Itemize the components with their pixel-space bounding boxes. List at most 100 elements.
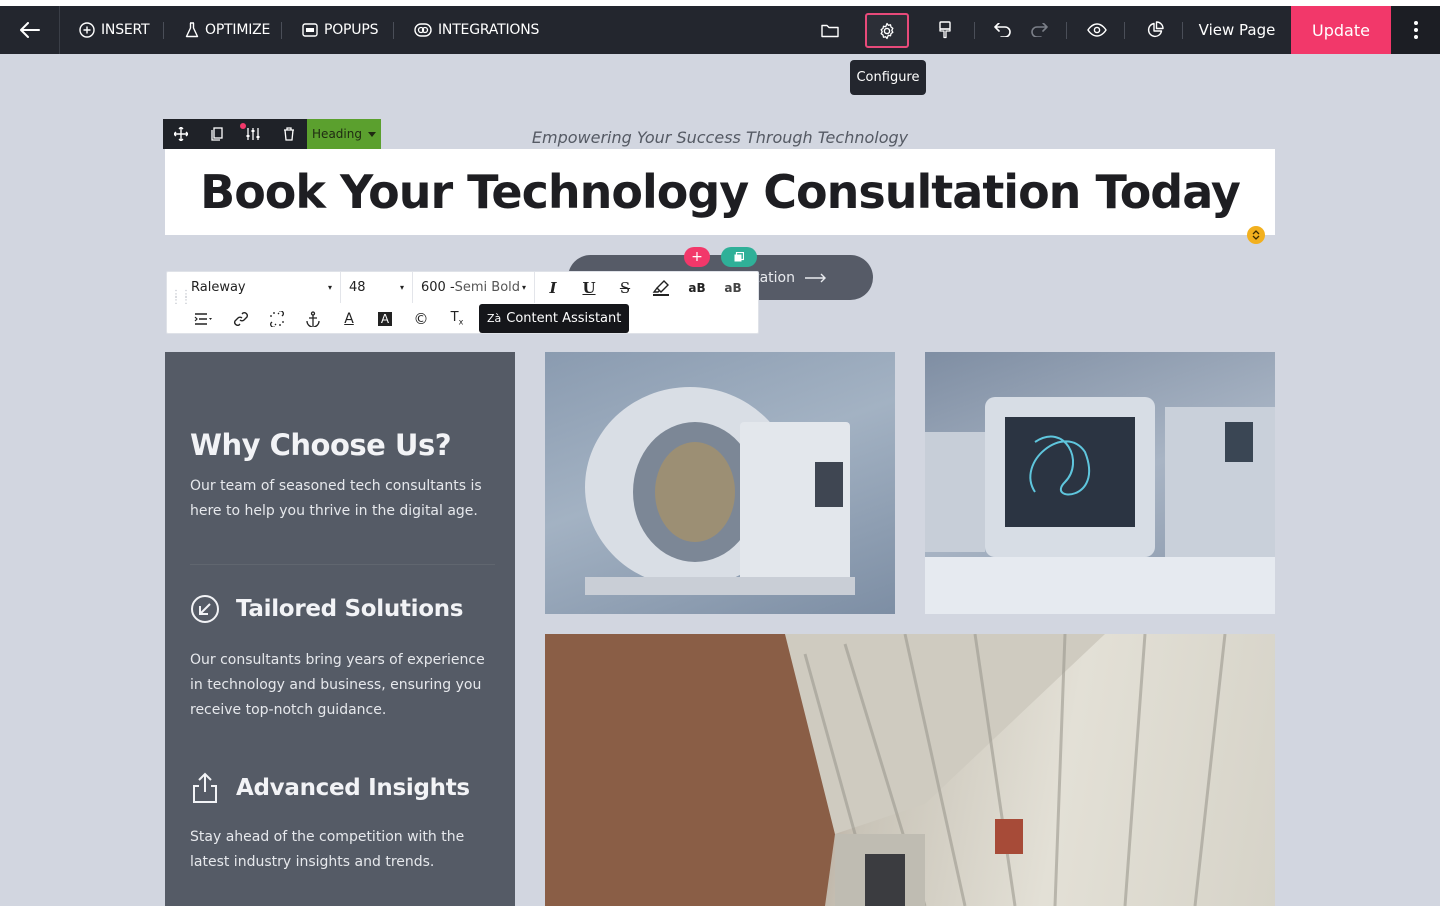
mri-machine-image[interactable] (545, 352, 895, 614)
gear-icon (880, 22, 894, 39)
panel-divider (190, 564, 495, 565)
popups-label: POPUPS (324, 22, 379, 38)
strikethrough-icon: S (619, 278, 631, 297)
italic-icon: I (549, 278, 557, 297)
more-menu-button[interactable] (1391, 6, 1440, 54)
italic-button[interactable]: I (535, 272, 571, 303)
integrations-label: INTEGRATIONS (438, 22, 540, 38)
hero-heading-block[interactable]: Book Your Technology Consultation Today (165, 149, 1275, 235)
hero-subheading[interactable]: Empowering Your Success Through Technolo… (165, 128, 1275, 147)
font-family-value: Raleway (191, 280, 246, 295)
unlink-button[interactable] (259, 303, 295, 334)
arrow-left-icon (19, 22, 40, 38)
resize-handle[interactable] (1247, 226, 1265, 244)
mri-illustration (585, 387, 855, 595)
lab-monitor-image[interactable] (925, 352, 1275, 614)
caret-down-icon: ▾ (521, 283, 526, 292)
redo-button[interactable] (1019, 6, 1059, 54)
update-button[interactable]: Update (1291, 6, 1391, 54)
feature-advanced-insights: Advanced Insights (190, 772, 470, 804)
undo-button[interactable] (983, 6, 1023, 54)
cta-label: tation (754, 269, 795, 286)
paint-brush-icon (939, 21, 951, 39)
divider (1066, 22, 1067, 39)
format-row-2: A A © Tx Zà Content Assistant (183, 303, 630, 334)
pie-chart-icon (1147, 21, 1164, 38)
ai-text-icon: Zà (487, 312, 502, 325)
undo-icon (994, 23, 1011, 37)
panel-intro: Our team of seasoned tech consultants is… (190, 478, 482, 519)
arrow-down-left-circle-icon (191, 595, 219, 623)
caret-down-icon: ▾ (327, 283, 332, 292)
anchor-icon (306, 310, 320, 327)
integrations-icon (414, 23, 432, 37)
insert-button[interactable]: INSERT (79, 6, 150, 54)
font-weight-select[interactable]: 600 -Semi Bold ▾ (413, 272, 535, 303)
format-row-1: Raleway ▾ 48 ▾ 600 -Semi Bold ▾ I U S aB… (183, 272, 751, 303)
copyright-button[interactable]: © (403, 303, 439, 334)
copyright-icon: © (413, 309, 429, 328)
content-assistant-button[interactable]: Zà Content Assistant (479, 304, 630, 333)
vertical-dots-icon (1413, 21, 1418, 39)
optimize-label: OPTIMIZE (205, 22, 271, 38)
why-choose-us-panel[interactable]: Why Choose Us? Our team of seasoned tech… (165, 352, 515, 906)
section-copy-button[interactable] (721, 247, 757, 267)
clear-format-button[interactable]: Tx (439, 303, 475, 334)
popups-button[interactable]: POPUPS (302, 6, 378, 54)
style-brush-button[interactable] (925, 6, 965, 54)
feature-title: Tailored Solutions (236, 596, 464, 622)
font-family-select[interactable]: Raleway ▾ (183, 272, 341, 303)
strikethrough-button[interactable]: S (607, 272, 643, 303)
arrow-right-icon (805, 273, 826, 282)
translate-button[interactable]: aB (715, 272, 751, 303)
font-weight-name: Semi Bold (454, 280, 521, 295)
divider (974, 22, 975, 39)
eye-icon (1087, 23, 1107, 37)
divider (1124, 22, 1125, 39)
feature-tailored-solutions: Tailored Solutions (190, 594, 464, 624)
translate-icon: aB (724, 280, 742, 295)
folder-icon (821, 24, 839, 37)
underline-button[interactable]: U (571, 272, 607, 303)
text-color-button[interactable]: A (331, 303, 367, 334)
plus-icon: + (691, 249, 703, 265)
highlighter-icon (652, 279, 669, 296)
list-indent-icon (194, 312, 212, 325)
integrations-button[interactable]: INTEGRATIONS (414, 6, 539, 54)
folder-button[interactable] (810, 6, 850, 54)
hero-heading[interactable]: Book Your Technology Consultation Today (200, 165, 1241, 219)
content-assistant-label: Content Assistant (506, 311, 622, 326)
font-weight-value: 600 -Semi Bold (421, 280, 520, 295)
divider (163, 22, 164, 39)
lab-illustration (925, 397, 1275, 614)
configure-button[interactable] (865, 13, 909, 48)
plus-circle-icon (79, 22, 95, 38)
back-button[interactable] (0, 6, 60, 54)
highlight-button[interactable] (643, 272, 679, 303)
building-interior-image[interactable] (545, 634, 1275, 906)
background-color-button[interactable]: A (367, 303, 403, 334)
hallway-illustration (545, 634, 1227, 906)
link-button[interactable] (223, 303, 259, 334)
insert-label: INSERT (101, 22, 150, 38)
feature-text: Our consultants bring years of experienc… (190, 652, 485, 718)
font-size-select[interactable]: 48 ▾ (341, 272, 413, 303)
view-page-button[interactable]: View Page (1188, 6, 1286, 54)
preview-button[interactable] (1077, 6, 1117, 54)
editor-toolbar: INSERT OPTIMIZE POPUPS INTEGRATIONS View… (0, 6, 1440, 54)
font-weight-number: 600 - (421, 280, 455, 295)
list-style-dropdown[interactable] (183, 303, 223, 334)
spellcheck-icon: aB (688, 280, 706, 295)
popup-icon (302, 23, 318, 37)
divider (393, 22, 394, 39)
spellcheck-button[interactable]: aB (679, 272, 715, 303)
redo-icon (1031, 23, 1048, 37)
anchor-button[interactable] (295, 303, 331, 334)
add-element-button[interactable]: + (684, 247, 710, 267)
chevron-up-down-icon (1252, 230, 1260, 240)
analytics-button[interactable] (1135, 6, 1175, 54)
optimize-button[interactable]: OPTIMIZE (185, 6, 270, 54)
clear-format-icon: Tx (450, 310, 464, 327)
feature-title: Advanced Insights (236, 775, 470, 801)
text-format-toolbar: ⋮⋮ ⋮⋮ Raleway ▾ 48 ▾ 600 -Semi Bold ▾ I U… (166, 271, 759, 334)
